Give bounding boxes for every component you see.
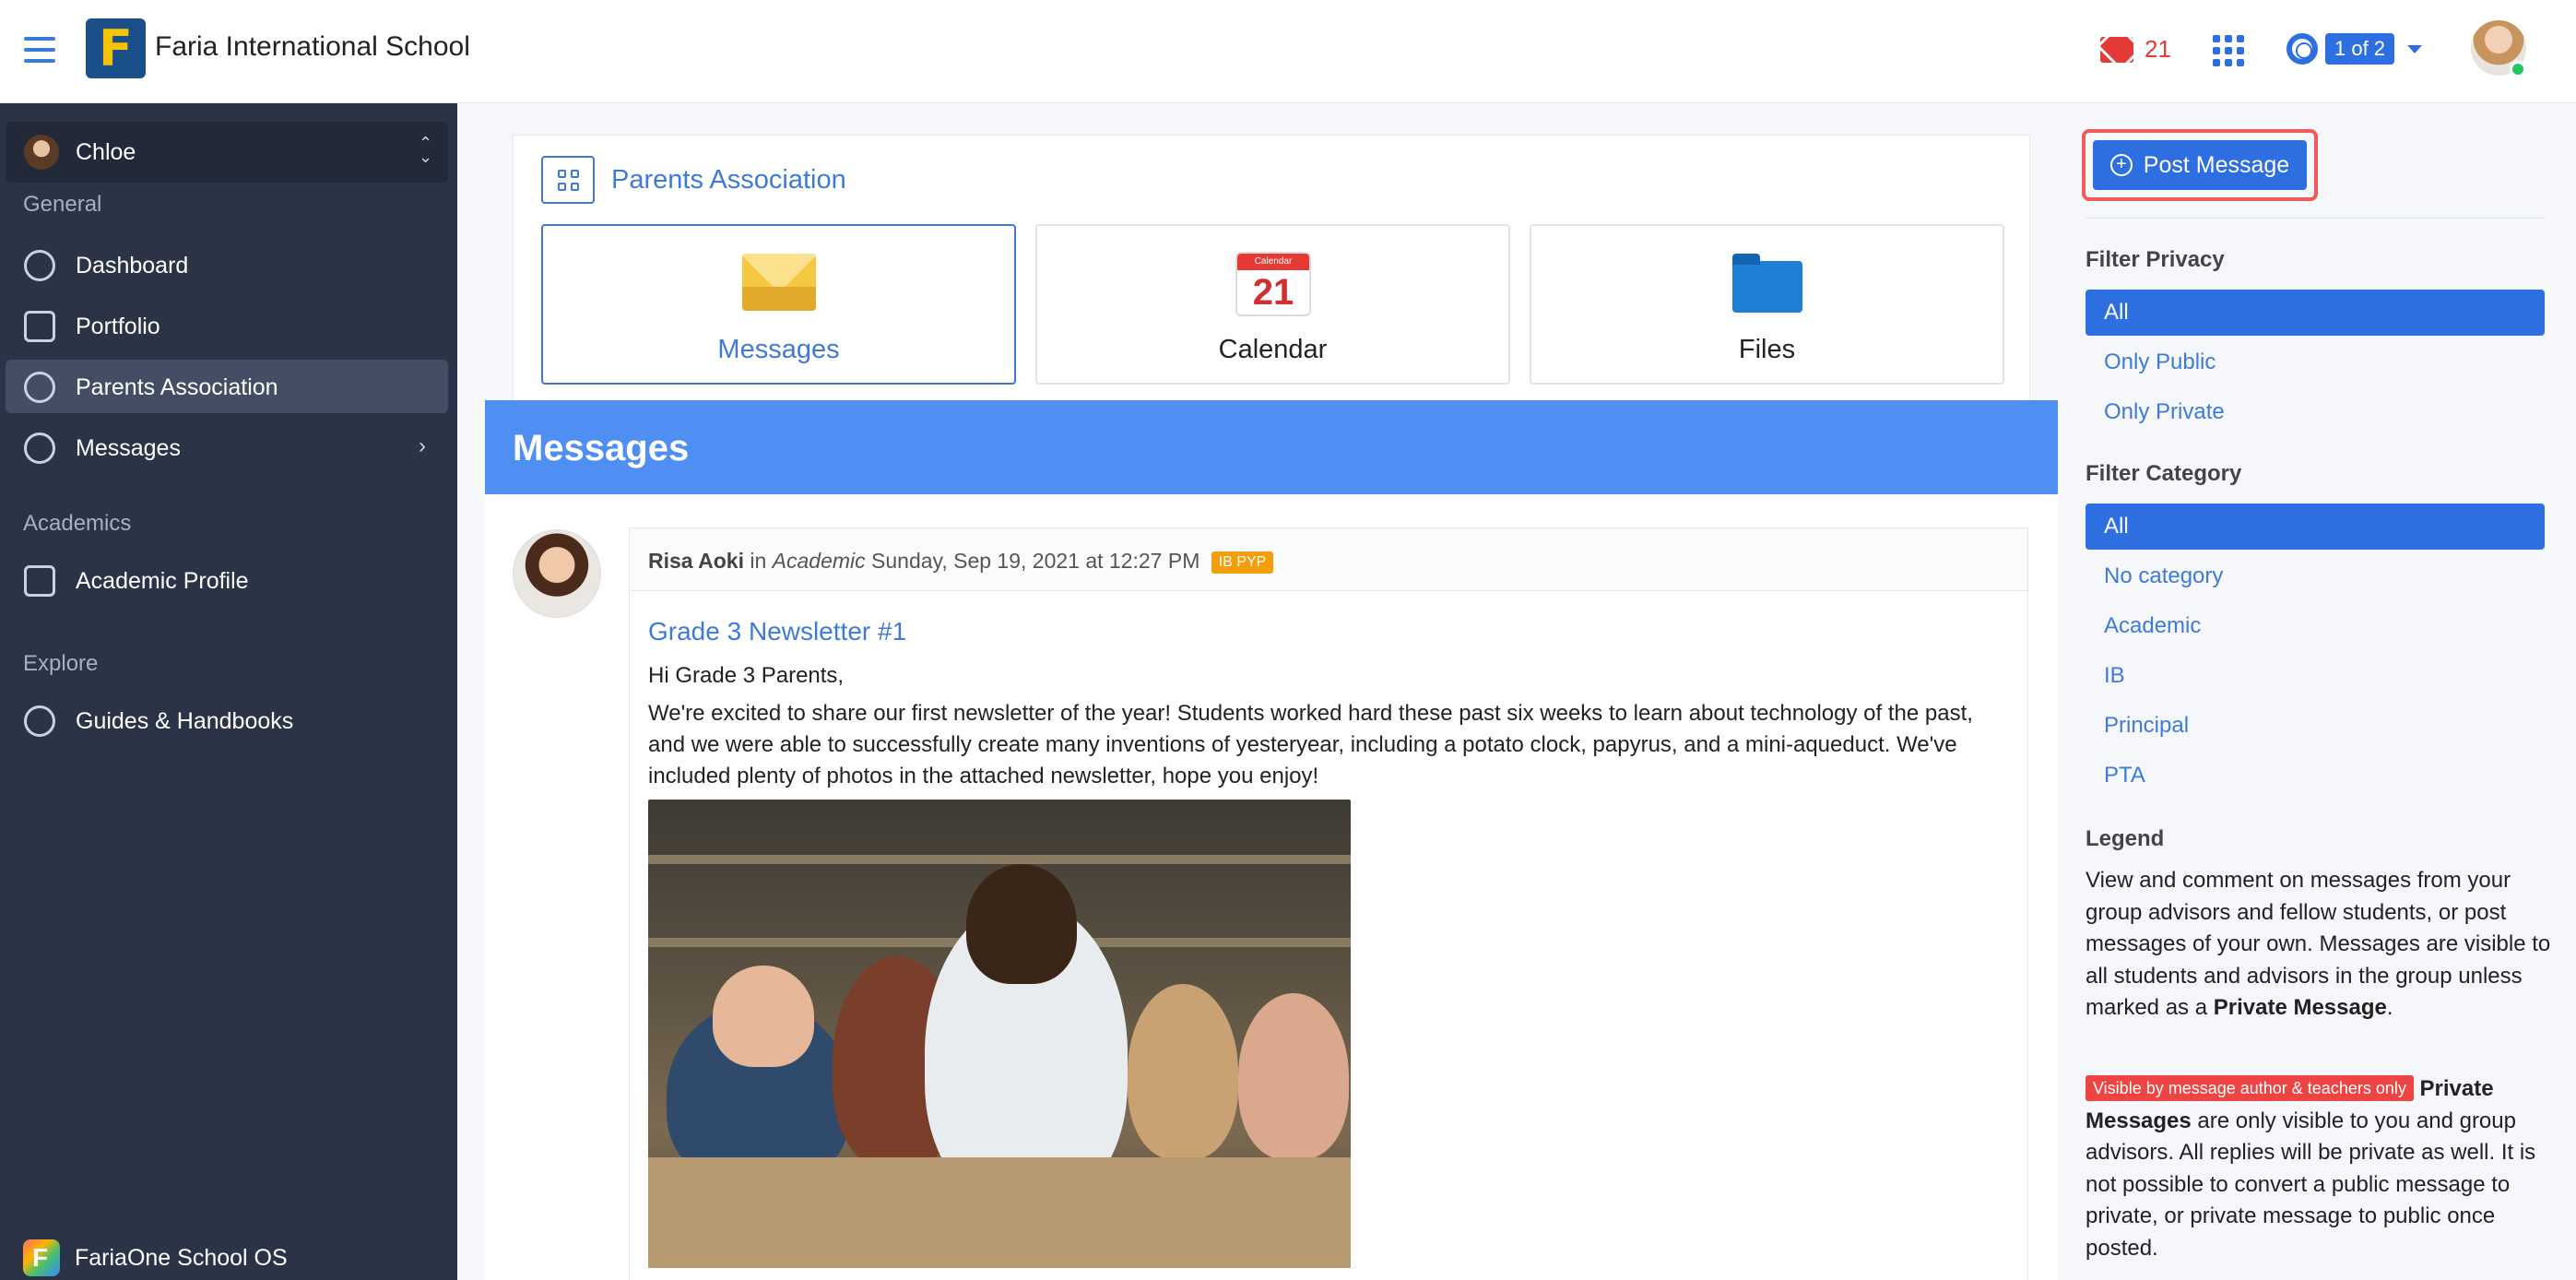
fariaone-logo-icon [23, 1239, 60, 1276]
mail-count: 21 [2145, 35, 2171, 63]
messages-header: Messages [485, 400, 2058, 494]
sidebar-item-label: Dashboard [76, 253, 189, 279]
calendar-icon-header: Calendar [1237, 254, 1309, 270]
post-photo[interactable] [648, 800, 1351, 1268]
filter-privacy-only-private[interactable]: Only Private [2086, 389, 2545, 435]
people-group-icon [24, 705, 55, 737]
messages-heading: Messages [513, 428, 690, 468]
group-card: Parents Association Messages Calendar 21… [513, 135, 2030, 430]
filter-privacy-only-public[interactable]: Only Public [2086, 339, 2545, 385]
filter-category-academic[interactable]: Academic [2086, 603, 2545, 649]
author-avatar[interactable] [513, 529, 601, 618]
post-category: Academic [772, 549, 866, 573]
legend-period: . [2386, 995, 2393, 1020]
post-message-highlight: + Post Message [2082, 129, 2318, 201]
main-content: Parents Association Messages Calendar 21… [457, 103, 2062, 1280]
help-menu[interactable]: 1 of 2 [2286, 33, 2423, 65]
filter-category-no-category[interactable]: No category [2086, 553, 2545, 599]
calendar-icon-day: 21 [1252, 272, 1294, 313]
sidebar-item-guides-handbooks[interactable]: Guides & Handbooks [6, 693, 448, 747]
online-status-dot [2510, 61, 2526, 77]
sidebar-item-dashboard[interactable]: Dashboard [6, 238, 448, 291]
section-academics: Academics [23, 511, 132, 536]
post-body: We're excited to share our first newslet… [648, 701, 1973, 788]
post-message-button[interactable]: + Post Message [2093, 140, 2307, 190]
sidebar-item-academic-profile[interactable]: Academic Profile [6, 553, 448, 607]
private-visibility-badge: Visible by message author & teachers onl… [2086, 1075, 2414, 1101]
logo-letter: F [99, 18, 133, 77]
chevron-up-down-icon: ⌃ ⌄ [419, 134, 433, 166]
section-general: General [23, 192, 102, 217]
ib-pyp-badge: IB PYP [1211, 551, 1274, 574]
tab-label: Calendar [1218, 335, 1328, 364]
plus-circle-icon: + [2109, 154, 2133, 176]
legend-private-message-term: Private Message [2213, 995, 2387, 1020]
post-datetime: Sunday, Sep 19, 2021 at 12:27 PM [871, 549, 1200, 573]
lifebuoy-icon [2286, 33, 2318, 65]
tab-label: Files [1738, 335, 1796, 364]
help-pager-badge: 1 of 2 [2325, 33, 2395, 65]
school-logo[interactable]: F [86, 18, 146, 78]
top-bar: F Faria International School 21 1 of 2 [0, 0, 2576, 103]
filter-category-pta[interactable]: PTA [2086, 753, 2545, 799]
right-panel: + Post Message Filter Privacy All Only P… [2062, 103, 2576, 1280]
tab-messages[interactable]: Messages [541, 224, 1016, 385]
tab-files[interactable]: Files [1530, 224, 2004, 385]
legend-heading: Legend [2086, 826, 2165, 851]
apps-grid-icon[interactable] [2213, 35, 2244, 66]
group-title[interactable]: Parents Association [611, 165, 846, 196]
sidebar-item-label: Parents Association [76, 374, 278, 400]
tab-label: Messages [717, 335, 840, 364]
filter-category-all[interactable]: All [2086, 504, 2545, 550]
user-switcher-avatar [24, 135, 59, 170]
calendar-icon: Calendar 21 [1235, 252, 1311, 316]
post-header: Risa Aoki in Academic Sunday, Sep 19, 20… [630, 528, 2027, 591]
filter-category-heading: Filter Category [2086, 461, 2242, 486]
fariaone-brand-label: FariaOne School OS [75, 1244, 288, 1271]
school-name[interactable]: Faria International School [155, 31, 470, 63]
tab-calendar[interactable]: Calendar 21 Calendar [1035, 224, 1510, 385]
fariaone-brand-link[interactable]: FariaOne School OS [23, 1239, 288, 1276]
menu-icon[interactable] [24, 37, 55, 63]
sidebar-item-parents-association[interactable]: Parents Association [6, 360, 448, 413]
divider [2086, 218, 2545, 219]
message-post: Risa Aoki in Academic Sunday, Sep 19, 20… [629, 527, 2028, 1280]
envelope-icon [742, 254, 816, 311]
sidebar-item-label: Guides & Handbooks [76, 708, 294, 734]
sidebar-item-label: Messages [76, 435, 181, 461]
post-meta: Risa Aoki in Academic Sunday, Sep 19, 20… [648, 549, 1274, 574]
caret-down-icon [2407, 44, 2423, 53]
filter-privacy-all[interactable]: All [2086, 290, 2545, 336]
filter-category-ib[interactable]: IB [2086, 653, 2545, 699]
chat-bubbles-icon [24, 433, 55, 464]
chevron-right-icon: › [419, 433, 426, 458]
post-greeting: Hi Grade 3 Parents, [648, 663, 845, 688]
user-switcher[interactable]: Chloe ⌃ ⌄ [6, 122, 448, 183]
mail-button[interactable]: 21 [2100, 35, 2171, 64]
gauge-icon [24, 250, 55, 281]
briefcase-icon [24, 311, 55, 342]
filter-privacy-heading: Filter Privacy [2086, 247, 2225, 272]
document-icon [24, 565, 55, 597]
legend-paragraph-1: View and comment on messages from your g… [2086, 865, 2554, 1025]
sidebar: Chloe ⌃ ⌄ General Dashboard Portfolio Par… [0, 103, 457, 1280]
post-message-label: Post Message [2143, 151, 2290, 178]
sidebar-item-label: Portfolio [76, 314, 160, 339]
section-explore: Explore [23, 651, 99, 676]
post-title-link[interactable]: Grade 3 Newsletter #1 [648, 617, 906, 646]
folder-icon [1732, 254, 1802, 313]
grid-icon[interactable] [541, 156, 595, 204]
users-icon [24, 372, 55, 403]
sidebar-item-label: Academic Profile [76, 568, 249, 594]
sidebar-item-portfolio[interactable]: Portfolio [6, 299, 448, 352]
filter-category-principal[interactable]: Principal [2086, 703, 2545, 749]
messages-list: Risa Aoki in Academic Sunday, Sep 19, 20… [485, 494, 2058, 1280]
legend-paragraph-2: Visible by message author & teachers onl… [2086, 1073, 2554, 1264]
user-switcher-name: Chloe [76, 139, 136, 165]
mail-icon [2100, 36, 2133, 63]
post-in-word: in [750, 549, 767, 573]
sidebar-item-messages[interactable]: Messages › [6, 421, 448, 474]
post-author[interactable]: Risa Aoki [648, 549, 744, 573]
